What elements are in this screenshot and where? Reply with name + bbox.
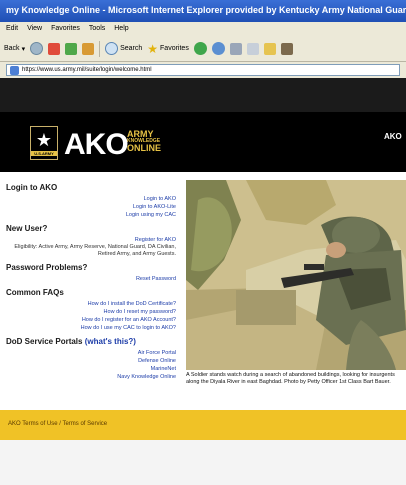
stop-icon[interactable]: [48, 42, 61, 55]
back-button[interactable]: Back ▾: [4, 45, 25, 53]
ako-header: ★ U.S.ARMY AKO ARMY KNOWLEDGE ONLINE AKO: [0, 112, 406, 172]
menu-tools[interactable]: Tools: [89, 25, 105, 33]
refresh-icon[interactable]: [65, 42, 78, 55]
address-bar: https://www.us.army.mil/suite/login/welc…: [0, 62, 406, 78]
menu-view[interactable]: View: [27, 25, 42, 33]
menu-help[interactable]: Help: [114, 25, 128, 33]
address-url: https://www.us.army.mil/suite/login/welc…: [22, 67, 152, 73]
soldier-photo: [186, 180, 406, 370]
photo-caption: A Soldier stands watch during a search o…: [186, 372, 395, 385]
logo-badge: U.S.ARMY: [31, 150, 57, 156]
home-icon[interactable]: [82, 42, 95, 55]
portals-title-text: DoD Service Portals: [6, 337, 83, 346]
faq-link[interactable]: How do I use my CAC to login to AKO?: [6, 324, 176, 332]
sidebar: Login to AKO Login to AKO Login to AKO-L…: [6, 178, 176, 381]
login-lite-link[interactable]: Login to AKO-Lite: [6, 203, 176, 211]
search-button[interactable]: Search: [105, 42, 142, 55]
menu-favorites[interactable]: Favorites: [51, 25, 80, 33]
toolbar-divider: [99, 40, 101, 57]
star-icon: ★: [147, 41, 159, 56]
whats-this-link[interactable]: (what's this?): [85, 337, 136, 346]
eligibility-text: Eligibility: Active Army, Army Reserve, …: [14, 244, 176, 257]
faq-link[interactable]: How do I reset my password?: [6, 308, 176, 316]
print-icon[interactable]: [229, 42, 242, 55]
history-icon[interactable]: [193, 42, 207, 55]
favorites-button[interactable]: ★ Favorites: [147, 42, 189, 56]
portal-link[interactable]: MarineNet: [6, 365, 176, 373]
brand-line-online: ONLINE: [127, 143, 162, 153]
login-link[interactable]: Login to AKO: [6, 195, 176, 203]
login-title: Login to AKO: [6, 183, 58, 192]
mail-icon[interactable]: [211, 42, 225, 55]
brand-subtitle: ARMY KNOWLEDGE ONLINE: [127, 129, 162, 153]
back-label: Back: [4, 45, 20, 52]
search-label: Search: [120, 45, 143, 52]
page-icon: [10, 65, 19, 75]
reset-password-link[interactable]: Reset Password: [6, 275, 176, 283]
register-link[interactable]: Register for AKO: [6, 236, 176, 244]
top-dark-band: [0, 78, 406, 112]
main-content: Login to AKO Login to AKO Login to AKO-L…: [0, 172, 406, 404]
footer-terms-link[interactable]: AKO Terms of Use / Terms of Service: [8, 421, 107, 427]
menu-edit[interactable]: Edit: [6, 25, 18, 33]
browser-toolbar: Back ▾ Search ★ Favorites: [0, 36, 406, 62]
menu-bar: Edit View Favorites Tools Help: [0, 22, 406, 36]
army-logo[interactable]: ★ U.S.ARMY: [30, 126, 58, 160]
portal-link[interactable]: Air Force Portal: [6, 349, 176, 357]
edit-icon[interactable]: [246, 42, 259, 55]
new-user-title: New User?: [6, 224, 48, 233]
window-title: my Knowledge Online - Microsoft Internet…: [6, 5, 406, 15]
faqs-title: Common FAQs: [6, 288, 64, 297]
brand-ako: AKO: [64, 128, 129, 161]
folder-icon[interactable]: [263, 42, 276, 55]
login-cac-link[interactable]: Login using my CAC: [6, 211, 176, 219]
address-input[interactable]: https://www.us.army.mil/suite/login/welc…: [6, 64, 400, 76]
star-icon: ★: [35, 129, 53, 150]
page-bottom-area: [0, 440, 406, 485]
portal-link[interactable]: Navy Knowledge Online: [6, 373, 176, 381]
faq-link[interactable]: How do I register for an AKO Account?: [6, 316, 176, 324]
faq-link[interactable]: How do I install the DoD Certificate?: [6, 300, 176, 308]
search-icon: [105, 42, 119, 55]
favorites-label: Favorites: [160, 45, 189, 52]
brand-line-army: ARMY: [127, 129, 154, 139]
messenger-icon[interactable]: [280, 42, 293, 55]
password-title: Password Problems?: [6, 263, 88, 272]
portals-title: DoD Service Portals (what's this?): [6, 337, 176, 346]
header-right-text: AKO: [384, 132, 402, 141]
forward-icon[interactable]: [30, 42, 44, 55]
chevron-down-icon: ▾: [21, 45, 26, 53]
window-title-bar: my Knowledge Online - Microsoft Internet…: [0, 0, 406, 22]
portal-link[interactable]: Defense Online: [6, 357, 176, 365]
